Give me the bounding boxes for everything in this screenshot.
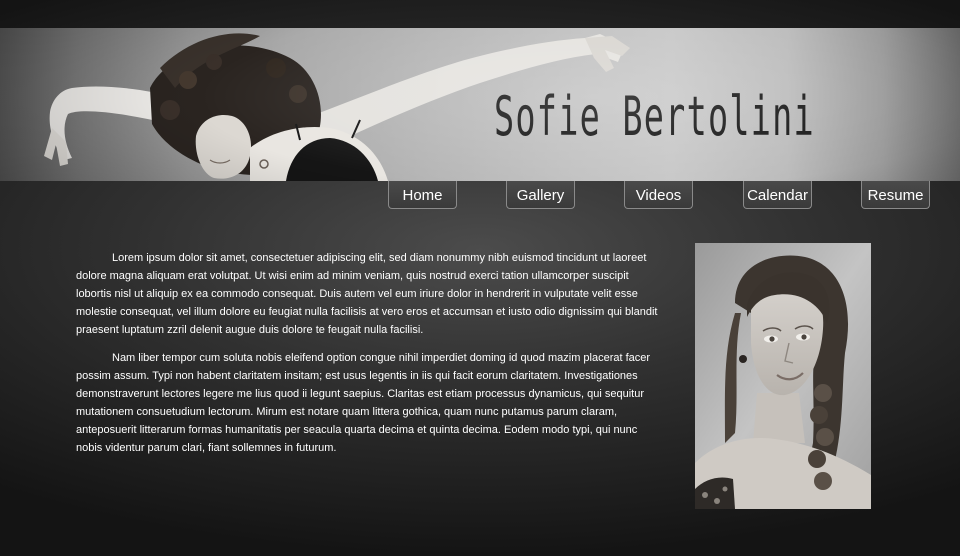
portrait-photo [695, 243, 871, 509]
body-paragraph: Nam liber tempor cum soluta nobis eleife… [76, 352, 651, 454]
header-banner: Sofie Bertolini [0, 28, 960, 181]
dancer-banner-image [44, 33, 630, 181]
nav-gallery-button[interactable]: Gallery [506, 181, 575, 209]
nav-videos-button[interactable]: Videos [624, 181, 693, 209]
portrait-image [695, 243, 871, 509]
site-title: Sofie Bertolini [494, 85, 815, 148]
body-paragraph: Lorem ipsum dolor sit amet, consectetuer… [76, 252, 658, 336]
nav-calendar-button[interactable]: Calendar [743, 181, 812, 209]
nav-resume-button[interactable]: Resume [861, 181, 930, 209]
nav-home-button[interactable]: Home [388, 181, 457, 209]
main-content: Lorem ipsum dolor sit amet, consectetuer… [76, 249, 666, 467]
